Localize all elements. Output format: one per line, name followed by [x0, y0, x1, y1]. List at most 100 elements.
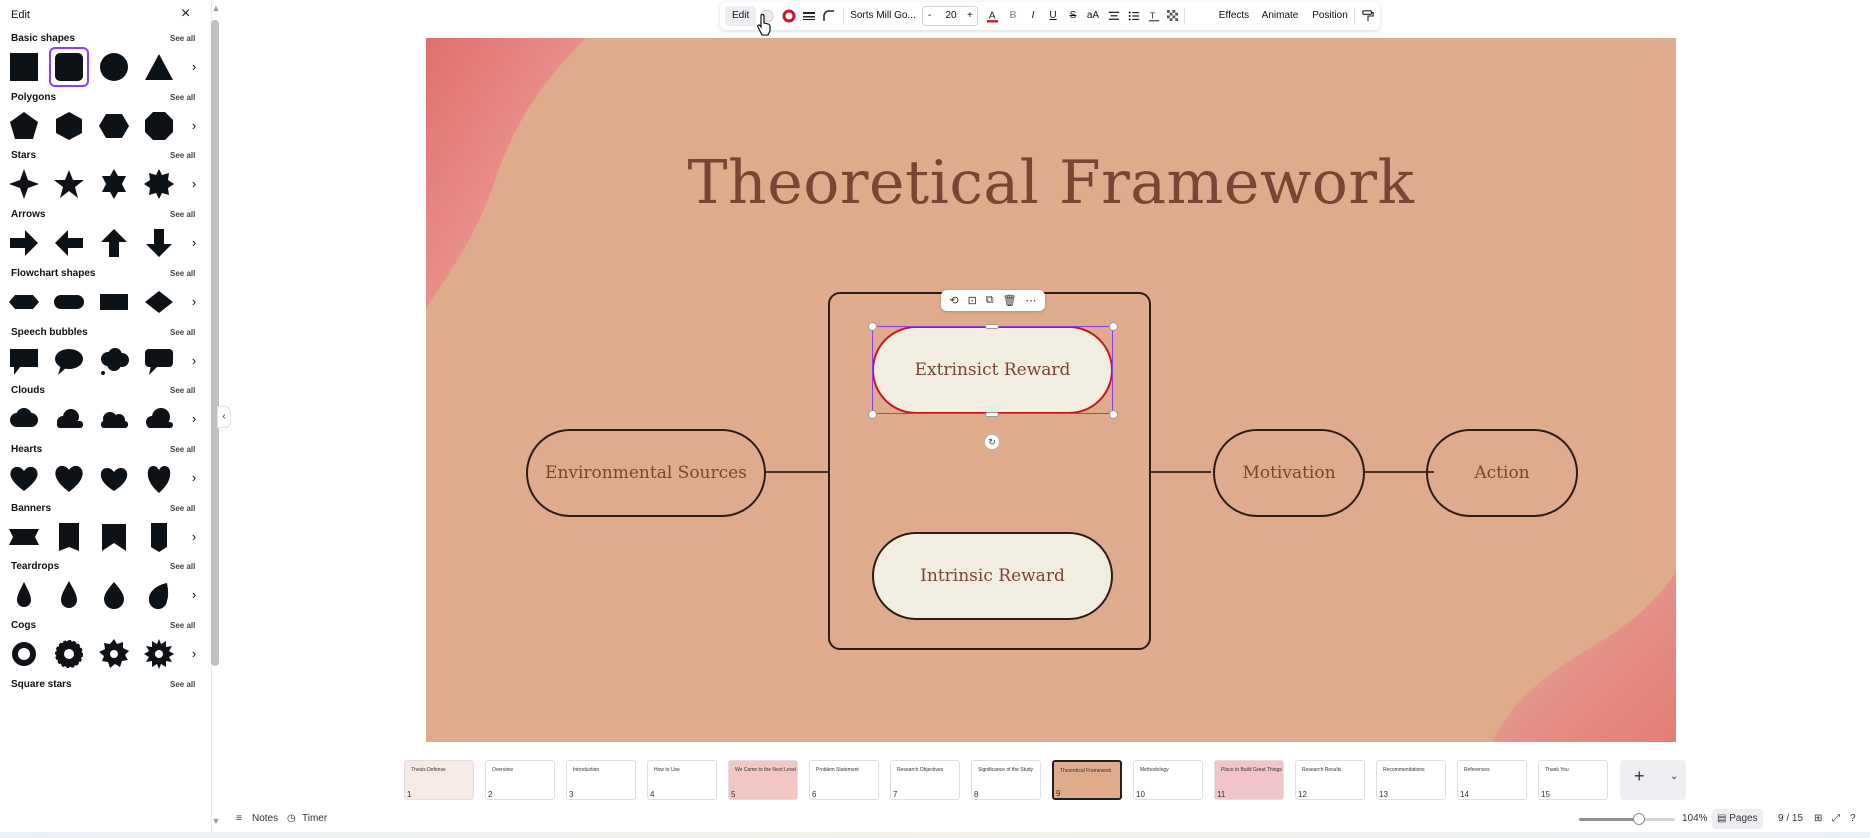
banner-2-shape-icon[interactable] [49, 517, 89, 557]
see-all-link[interactable]: See all [170, 562, 195, 571]
scroll-right-icon[interactable]: › [188, 585, 200, 606]
align-button[interactable] [1106, 6, 1122, 26]
cog-2-shape-icon[interactable] [49, 634, 89, 674]
scroll-right-icon[interactable]: › [188, 291, 200, 312]
scroll-right-icon[interactable]: › [188, 115, 200, 136]
page-thumbnail[interactable]: Recommendations 13 [1376, 760, 1446, 800]
slide-canvas[interactable]: Theoretical Framework Environmental Sour… [426, 38, 1676, 742]
effects-button[interactable]: Effects [1214, 6, 1254, 26]
see-all-link[interactable]: See all [170, 621, 195, 630]
cloud-3-shape-icon[interactable] [94, 399, 134, 439]
strikethrough-button[interactable]: S [1066, 6, 1080, 26]
letter-case-button[interactable]: aA [1084, 6, 1102, 26]
page-thumbnail[interactable]: Significance of the Study 8 [971, 760, 1041, 800]
border-style-button[interactable] [800, 6, 818, 26]
see-all-link[interactable]: See all [170, 151, 195, 160]
cloud-4-shape-icon[interactable] [139, 399, 179, 439]
font-size-increase-button[interactable]: + [967, 7, 973, 25]
trash-icon[interactable]: 🗑 [1003, 294, 1017, 307]
environmental-sources-node[interactable]: Environmental Sources [526, 429, 766, 517]
heart-3-shape-icon[interactable] [94, 458, 134, 498]
edit-button[interactable]: Edit [725, 6, 757, 26]
pentagon-shape-icon[interactable] [4, 106, 44, 146]
motivation-node[interactable]: Motivation [1213, 429, 1365, 517]
page-thumbnail[interactable]: Research Results 12 [1295, 760, 1365, 800]
scroll-right-icon[interactable]: › [188, 409, 200, 430]
octagon-shape-icon[interactable] [139, 106, 179, 146]
close-panel-button[interactable]: × [181, 6, 190, 22]
star-5-shape-icon[interactable] [49, 164, 89, 204]
scroll-right-icon[interactable]: › [188, 644, 200, 664]
drop-1-shape-icon[interactable] [4, 575, 44, 615]
connector-line[interactable] [1151, 471, 1211, 473]
italic-button[interactable]: I [1026, 6, 1040, 26]
underline-button[interactable]: U [1046, 6, 1060, 26]
see-all-link[interactable]: See all [170, 34, 195, 43]
bold-button[interactable]: B [1006, 6, 1020, 26]
page-thumbnail[interactable]: Place to Build Great Things 11 [1214, 760, 1284, 800]
heart-1-shape-icon[interactable] [4, 458, 44, 498]
banner-3-shape-icon[interactable] [94, 517, 134, 557]
connector-line[interactable] [765, 471, 828, 473]
duplicate-icon[interactable]: ⧉ [986, 294, 994, 307]
flow-diamond-shape-icon[interactable] [139, 282, 179, 322]
page-thumbnail[interactable]: Theoretical Framework 9 [1052, 760, 1122, 800]
chevron-down-icon[interactable]: ⌄ [1670, 771, 1678, 782]
rotate-handle[interactable]: ↻ [984, 434, 1000, 450]
resize-handle[interactable] [985, 412, 999, 417]
action-node[interactable]: Action [1426, 429, 1578, 517]
text-color-button[interactable]: A [984, 6, 1000, 26]
transparency-button[interactable] [1164, 6, 1180, 26]
see-all-link[interactable]: See all [170, 504, 195, 513]
banner-1-shape-icon[interactable] [4, 517, 44, 557]
resize-handle[interactable] [985, 324, 999, 329]
banner-4-shape-icon[interactable] [139, 517, 179, 557]
drop-2-shape-icon[interactable] [49, 575, 89, 615]
heart-2-shape-icon[interactable] [49, 458, 89, 498]
arrow-left-shape-icon[interactable] [49, 223, 89, 263]
pages-button[interactable]: ▤ Pages [1712, 809, 1763, 829]
resize-handle[interactable] [1109, 410, 1118, 419]
timer-button[interactable]: Timer [302, 811, 327, 827]
see-all-link[interactable]: See all [170, 269, 195, 278]
help-icon[interactable]: ? [1850, 811, 1856, 827]
font-size-input[interactable]: 20 [939, 7, 963, 25]
scroll-right-icon[interactable]: › [188, 57, 200, 77]
heart-4-shape-icon[interactable] [139, 458, 179, 498]
page-thumbnail[interactable]: Methodology 10 [1133, 760, 1203, 800]
square-shape-icon[interactable] [4, 47, 44, 87]
fullscreen-icon[interactable]: ⤢ [1832, 811, 1840, 827]
add-page-button[interactable]: + ⌄ [1620, 760, 1686, 800]
bubble-cloud-shape-icon[interactable] [94, 341, 134, 381]
more-icon[interactable]: ⋯ [1025, 294, 1036, 307]
page-thumbnail[interactable]: References 14 [1457, 760, 1527, 800]
see-all-link[interactable]: See all [170, 328, 195, 337]
animate-button[interactable]: Animate [1258, 6, 1302, 26]
see-all-link[interactable]: See all [170, 445, 195, 454]
page-thumbnail[interactable]: Thank You 15 [1538, 760, 1608, 800]
page-thumbnail[interactable]: How to Use 4 [647, 760, 717, 800]
arrow-down-shape-icon[interactable] [139, 223, 179, 263]
star-8-shape-icon[interactable] [139, 164, 179, 204]
page-thumbnail[interactable]: Thesis Defense 1 [404, 760, 474, 800]
hexagon-wide-shape-icon[interactable] [94, 106, 134, 146]
circle-shape-icon[interactable] [94, 47, 134, 87]
font-family-dropdown[interactable]: Sorts Mill Go... [848, 6, 918, 26]
position-button[interactable]: Position [1308, 6, 1352, 26]
border-color-button[interactable] [780, 6, 798, 26]
zoom-slider-knob[interactable] [1633, 813, 1645, 825]
cog-1-shape-icon[interactable] [4, 634, 44, 674]
zoom-level[interactable]: 104% [1682, 811, 1708, 827]
triangle-shape-icon[interactable] [139, 47, 179, 87]
flow-pill-shape-icon[interactable] [49, 282, 89, 322]
scroll-up-icon[interactable]: ▲ [210, 3, 222, 13]
list-button[interactable] [1126, 6, 1142, 26]
cog-4-shape-icon[interactable] [139, 634, 179, 674]
arrow-up-shape-icon[interactable] [94, 223, 134, 263]
cloud-1-shape-icon[interactable] [4, 399, 44, 439]
panel-scroll-thumb[interactable] [211, 20, 219, 666]
page-thumbnail[interactable]: Overview 2 [485, 760, 555, 800]
font-size-decrease-button[interactable]: - [928, 7, 931, 25]
resize-handle[interactable] [868, 410, 877, 419]
scroll-right-icon[interactable]: › [188, 467, 200, 488]
